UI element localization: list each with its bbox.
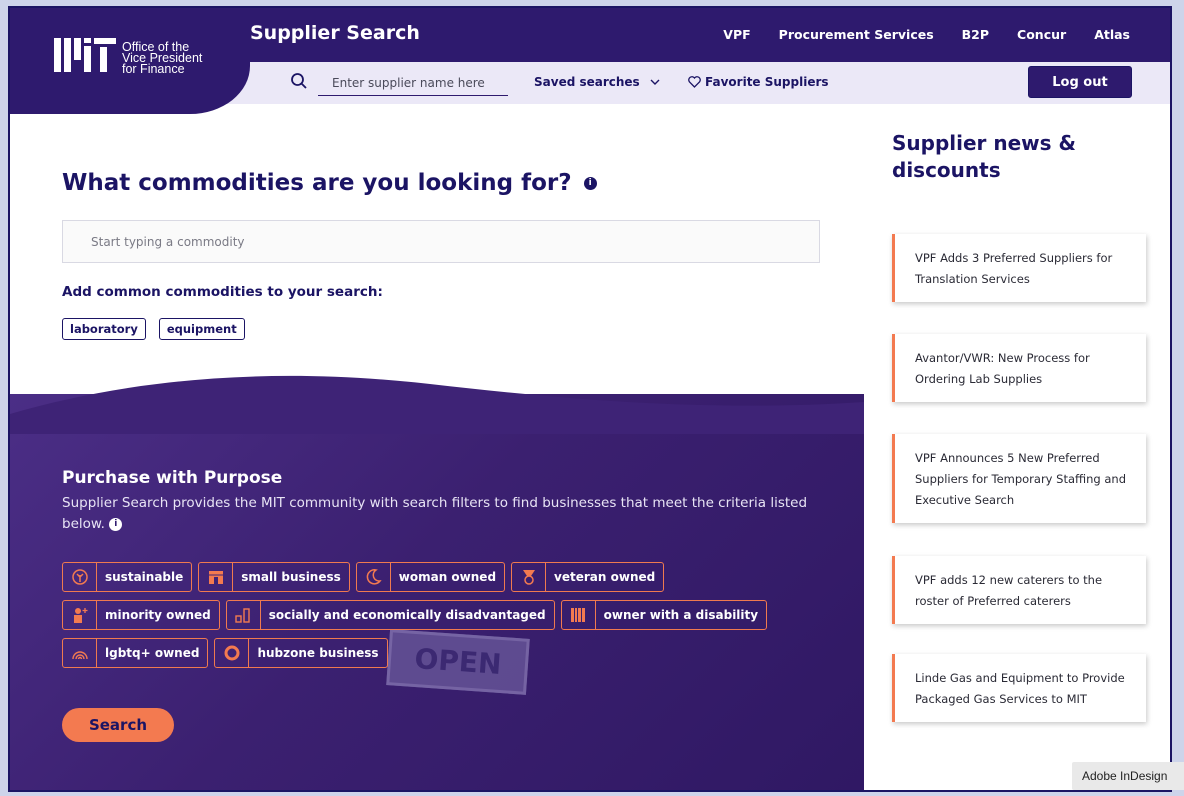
commodity-search-input[interactable]	[62, 220, 820, 263]
nav-concur[interactable]: Concur	[1017, 27, 1066, 42]
news-sidebar: Supplier news & discounts VPF Adds 3 Pre…	[864, 104, 1170, 790]
filter-row: sustainable small business woman owned v…	[62, 562, 822, 592]
purpose-description: Supplier Search provides the MIT communi…	[62, 493, 822, 535]
common-commodity-chips: laboratory equipment	[62, 318, 245, 340]
nav-b2p[interactable]: B2P	[962, 27, 989, 42]
site-title[interactable]: Supplier Search	[250, 22, 420, 44]
barcode-icon	[562, 601, 596, 629]
saved-searches-label: Saved searches	[534, 75, 640, 89]
chevron-down-icon	[650, 79, 660, 85]
info-icon[interactable]: i	[583, 177, 597, 190]
search-icon[interactable]	[290, 72, 308, 90]
storefront-icon	[199, 563, 234, 591]
filter-owner-with-disability[interactable]: owner with a disability	[560, 600, 768, 630]
filter-label: lgbtq+ owned	[105, 646, 200, 660]
saved-searches-dropdown[interactable]: Saved searches	[534, 75, 660, 89]
supplier-search-input[interactable]	[318, 70, 508, 96]
filter-label: small business	[241, 570, 341, 584]
filter-label: hubzone business	[257, 646, 379, 660]
mit-logo-icon	[54, 38, 116, 72]
purpose-info-icon[interactable]: i	[109, 517, 123, 531]
wave-divider	[10, 375, 864, 434]
heart-icon	[688, 76, 701, 88]
news-card[interactable]: Linde Gas and Equipment to Provide Packa…	[892, 654, 1146, 722]
news-title: Supplier news & discounts	[892, 131, 1076, 182]
chip-equipment[interactable]: equipment	[158, 318, 245, 340]
filter-label: owner with a disability	[603, 608, 759, 622]
rainbow-icon	[63, 639, 97, 667]
logo-text: Office of the Vice President for Finance	[122, 41, 202, 76]
filter-label: minority owned	[105, 608, 211, 622]
news-card[interactable]: VPF adds 12 new caterers to the roster o…	[892, 556, 1146, 624]
chip-laboratory[interactable]: laboratory	[62, 318, 146, 340]
filter-woman-owned[interactable]: woman owned	[355, 562, 506, 592]
leaf-icon	[63, 563, 97, 591]
mit-vpf-logo[interactable]: Office of the Vice President for Finance	[10, 8, 250, 114]
purpose-title: Purchase with Purpose	[62, 468, 283, 488]
logo-line-3: for Finance	[122, 62, 185, 76]
filter-label: socially and economically disadvantaged	[268, 608, 546, 622]
news-card[interactable]: Avantor/VWR: New Process for Ordering La…	[892, 334, 1146, 402]
filter-label: woman owned	[398, 570, 497, 584]
commodities-heading-text: What commodities are you looking for?	[62, 170, 572, 196]
favorite-suppliers-label: Favorite Suppliers	[705, 75, 829, 89]
filter-row: minority owned socially and economically…	[62, 600, 822, 630]
news-card[interactable]: VPF Adds 3 Preferred Suppliers for Trans…	[892, 234, 1146, 302]
filter-veteran-owned[interactable]: veteran owned	[511, 562, 665, 592]
filter-sustainable[interactable]: sustainable	[62, 562, 193, 592]
app-toast: Adobe InDesign	[1072, 762, 1184, 790]
add-common-label: Add common commodities to your search:	[62, 284, 383, 300]
filter-lgbtq-owned[interactable]: lgbtq+ owned	[62, 638, 209, 668]
nav-vpf[interactable]: VPF	[723, 27, 750, 42]
page-frame: Office of the Vice President for Finance…	[8, 6, 1172, 792]
main-content: What commodities are you looking for? i …	[10, 104, 864, 790]
purpose-description-text: Supplier Search provides the MIT communi…	[62, 495, 808, 532]
bar-chart-icon	[227, 601, 261, 629]
nav-procurement-services[interactable]: Procurement Services	[779, 27, 934, 42]
log-out-button[interactable]: Log out	[1028, 66, 1132, 98]
medal-icon	[512, 563, 547, 591]
moon-icon	[357, 563, 391, 591]
hub-icon	[215, 639, 250, 667]
filter-hubzone-business[interactable]: hubzone business	[214, 638, 388, 668]
person-plus-icon	[63, 601, 97, 629]
favorite-suppliers-link[interactable]: Favorite Suppliers	[688, 75, 829, 89]
filter-row: lgbtq+ owned hubzone business	[62, 638, 822, 668]
news-card[interactable]: VPF Announces 5 New Preferred Suppliers …	[892, 434, 1146, 523]
commodities-heading: What commodities are you looking for? i	[62, 170, 597, 196]
filter-minority-owned[interactable]: minority owned	[62, 600, 220, 630]
filter-small-business[interactable]: small business	[198, 562, 350, 592]
nav-atlas[interactable]: Atlas	[1094, 27, 1130, 42]
purpose-filters: sustainable small business woman owned v…	[62, 562, 822, 676]
filter-label: veteran owned	[554, 570, 656, 584]
top-navigation: VPF Procurement Services B2P Concur Atla…	[723, 27, 1130, 42]
filter-socially-economically-disadvantaged[interactable]: socially and economically disadvantaged	[225, 600, 555, 630]
search-button[interactable]: Search	[62, 708, 174, 742]
filter-label: sustainable	[105, 570, 184, 584]
